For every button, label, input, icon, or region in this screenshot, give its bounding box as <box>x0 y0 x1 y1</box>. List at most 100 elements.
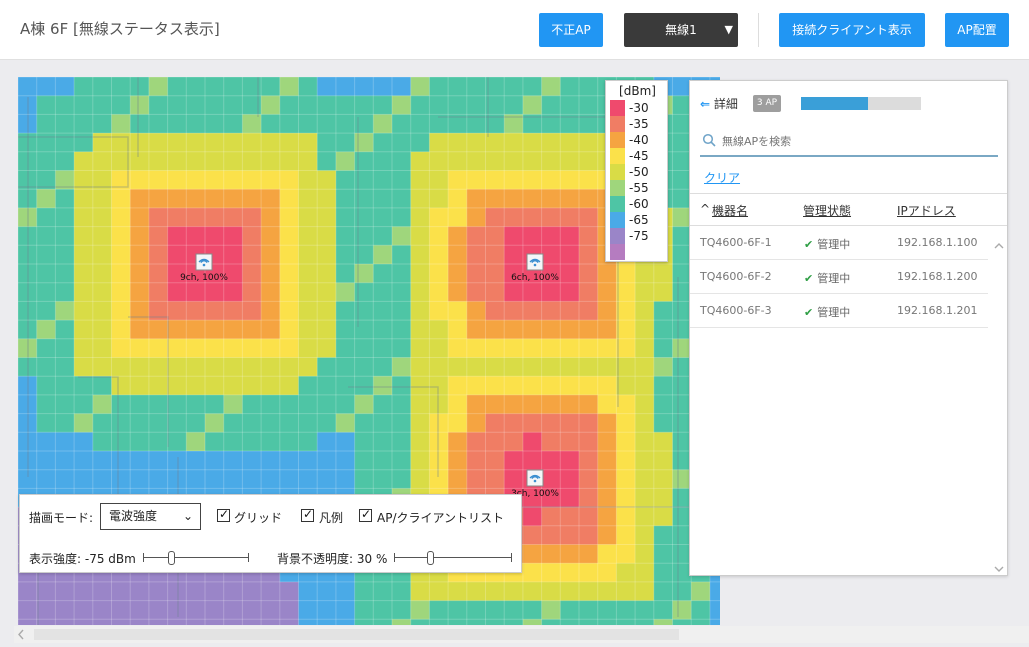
clear-link[interactable]: クリア <box>704 169 740 186</box>
heatmap-cell <box>55 226 75 246</box>
column-header-ip[interactable]: IPアドレス <box>897 202 956 219</box>
heatmap-cell <box>448 619 468 625</box>
heatmap-cell <box>504 282 524 302</box>
table-row[interactable]: TQ4600-6F-3 ✔ 管理中 192.168.1.201 <box>690 294 988 328</box>
heatmap-cell <box>335 282 356 302</box>
heatmap-cell <box>635 432 655 452</box>
mode-select[interactable]: 電波強度 ⌄ <box>100 503 201 530</box>
heatmap-cell <box>298 301 318 321</box>
rogue-ap-button[interactable]: 不正AP <box>539 13 603 47</box>
heatmap-cell <box>92 245 112 265</box>
heatmap-cell <box>392 451 412 471</box>
heatmap-cell <box>653 413 673 433</box>
heatmap-cell <box>223 301 243 321</box>
heatmap-cell <box>74 207 94 228</box>
heatmap-cell <box>373 151 393 171</box>
heatmap-cell <box>485 451 505 471</box>
heatmap-cell <box>298 245 318 265</box>
column-header-status[interactable]: 管理状態 <box>803 202 851 219</box>
heatmap-cell <box>92 264 112 284</box>
heatmap-cell <box>560 320 580 340</box>
heatmap-cell <box>55 469 75 489</box>
column-header-name[interactable]: 機器名 <box>712 202 748 219</box>
heatmap-cell <box>223 77 243 97</box>
heatmap-cell <box>279 282 299 302</box>
heatmap-cell <box>448 77 468 97</box>
heatmap-cell <box>448 413 468 433</box>
heatmap-cell <box>522 226 543 246</box>
heatmap-cell <box>504 207 524 228</box>
heatmap-cell <box>616 525 636 545</box>
heatmap-cell <box>335 338 356 358</box>
heatmap-cell <box>111 264 131 284</box>
heatmap-cell <box>541 245 561 265</box>
heatmap-cell <box>616 469 636 489</box>
heatmap-cell <box>485 189 505 209</box>
heatmap-cell <box>392 376 412 396</box>
heatmap-cell <box>130 189 150 209</box>
strength-slider[interactable] <box>143 551 249 565</box>
heatmap-cell <box>36 619 56 625</box>
heatmap-cell <box>111 282 131 302</box>
opacity-slider[interactable] <box>394 551 512 565</box>
signal-legend: [dBm] -30 -35 -40 -45 -50 -55 -60 -65 -75 <box>605 80 668 262</box>
heatmap-cell <box>167 151 187 171</box>
slider-track <box>394 557 512 558</box>
heatmap-cell <box>709 581 720 602</box>
heatmap-cell <box>335 77 356 97</box>
horizontal-scrollbar[interactable] <box>14 626 1029 643</box>
sort-asc-icon[interactable]: ^ <box>700 202 710 216</box>
heatmap-cell <box>55 619 75 625</box>
slider-thumb[interactable] <box>168 551 175 565</box>
heatmap-cell <box>522 95 543 115</box>
search-input[interactable] <box>722 131 992 151</box>
heatmap-cell <box>560 563 580 583</box>
band-select[interactable]: 無線1 ▼ <box>624 13 738 47</box>
panel-header[interactable]: ⇐ 詳細 <box>700 95 738 112</box>
heatmap-cell <box>298 264 318 284</box>
slider-thumb[interactable] <box>427 551 434 565</box>
grid-checkbox[interactable]: ✓ <box>217 507 230 522</box>
heatmap-cell <box>616 264 636 284</box>
heatmap-cell <box>354 376 374 396</box>
heatmap-cell <box>410 114 430 134</box>
heatmap-cell <box>148 189 169 209</box>
show-clients-button[interactable]: 接続クライアント表示 <box>779 13 925 47</box>
heatmap-cell <box>242 245 262 265</box>
heatmap-cell <box>186 207 206 228</box>
heatmap-cell <box>223 320 243 340</box>
legend-checkbox[interactable]: ✓ <box>301 507 314 522</box>
check-icon: ✓ <box>219 507 230 521</box>
heatmap-cell <box>448 469 468 489</box>
search-box[interactable] <box>700 129 998 157</box>
heatmap-cell <box>616 338 636 358</box>
heatmap-cell <box>635 507 655 527</box>
heatmap-cell <box>597 619 617 625</box>
heatmap-cell <box>279 189 299 209</box>
table-row[interactable]: TQ4600-6F-1 ✔ 管理中 192.168.1.100 <box>690 226 988 260</box>
heatmap-cell <box>429 282 449 302</box>
ap-client-list-checkbox[interactable]: ✓ <box>359 507 372 522</box>
panel-scrollbar[interactable] <box>991 235 1007 575</box>
heatmap-cell <box>148 413 169 433</box>
heatmap-cell <box>74 114 94 134</box>
heatmap-cell <box>522 189 543 209</box>
heatmap-cell <box>392 133 412 153</box>
heatmap-cell <box>373 226 393 246</box>
heatmap-cell <box>373 320 393 340</box>
heatmap-cell <box>616 488 636 508</box>
heatmap-cell <box>410 619 430 625</box>
heatmap-cell <box>36 151 56 171</box>
ap-placement-button[interactable]: AP配置 <box>945 13 1009 47</box>
heatmap-cell <box>317 95 337 115</box>
legend-label: 凡例 <box>319 511 344 525</box>
heatmap-cell <box>317 581 337 602</box>
table-row[interactable]: TQ4600-6F-2 ✔ 管理中 192.168.1.200 <box>690 260 988 294</box>
heatmap-cell <box>635 376 655 396</box>
heatmap-cell <box>167 77 187 97</box>
heatmap-cell <box>317 207 337 228</box>
heatmap-cell <box>92 320 112 340</box>
heatmap-cell <box>597 469 617 489</box>
collapse-panel-icon[interactable]: ⇐ <box>700 97 710 111</box>
heatmap-cell <box>560 207 580 228</box>
